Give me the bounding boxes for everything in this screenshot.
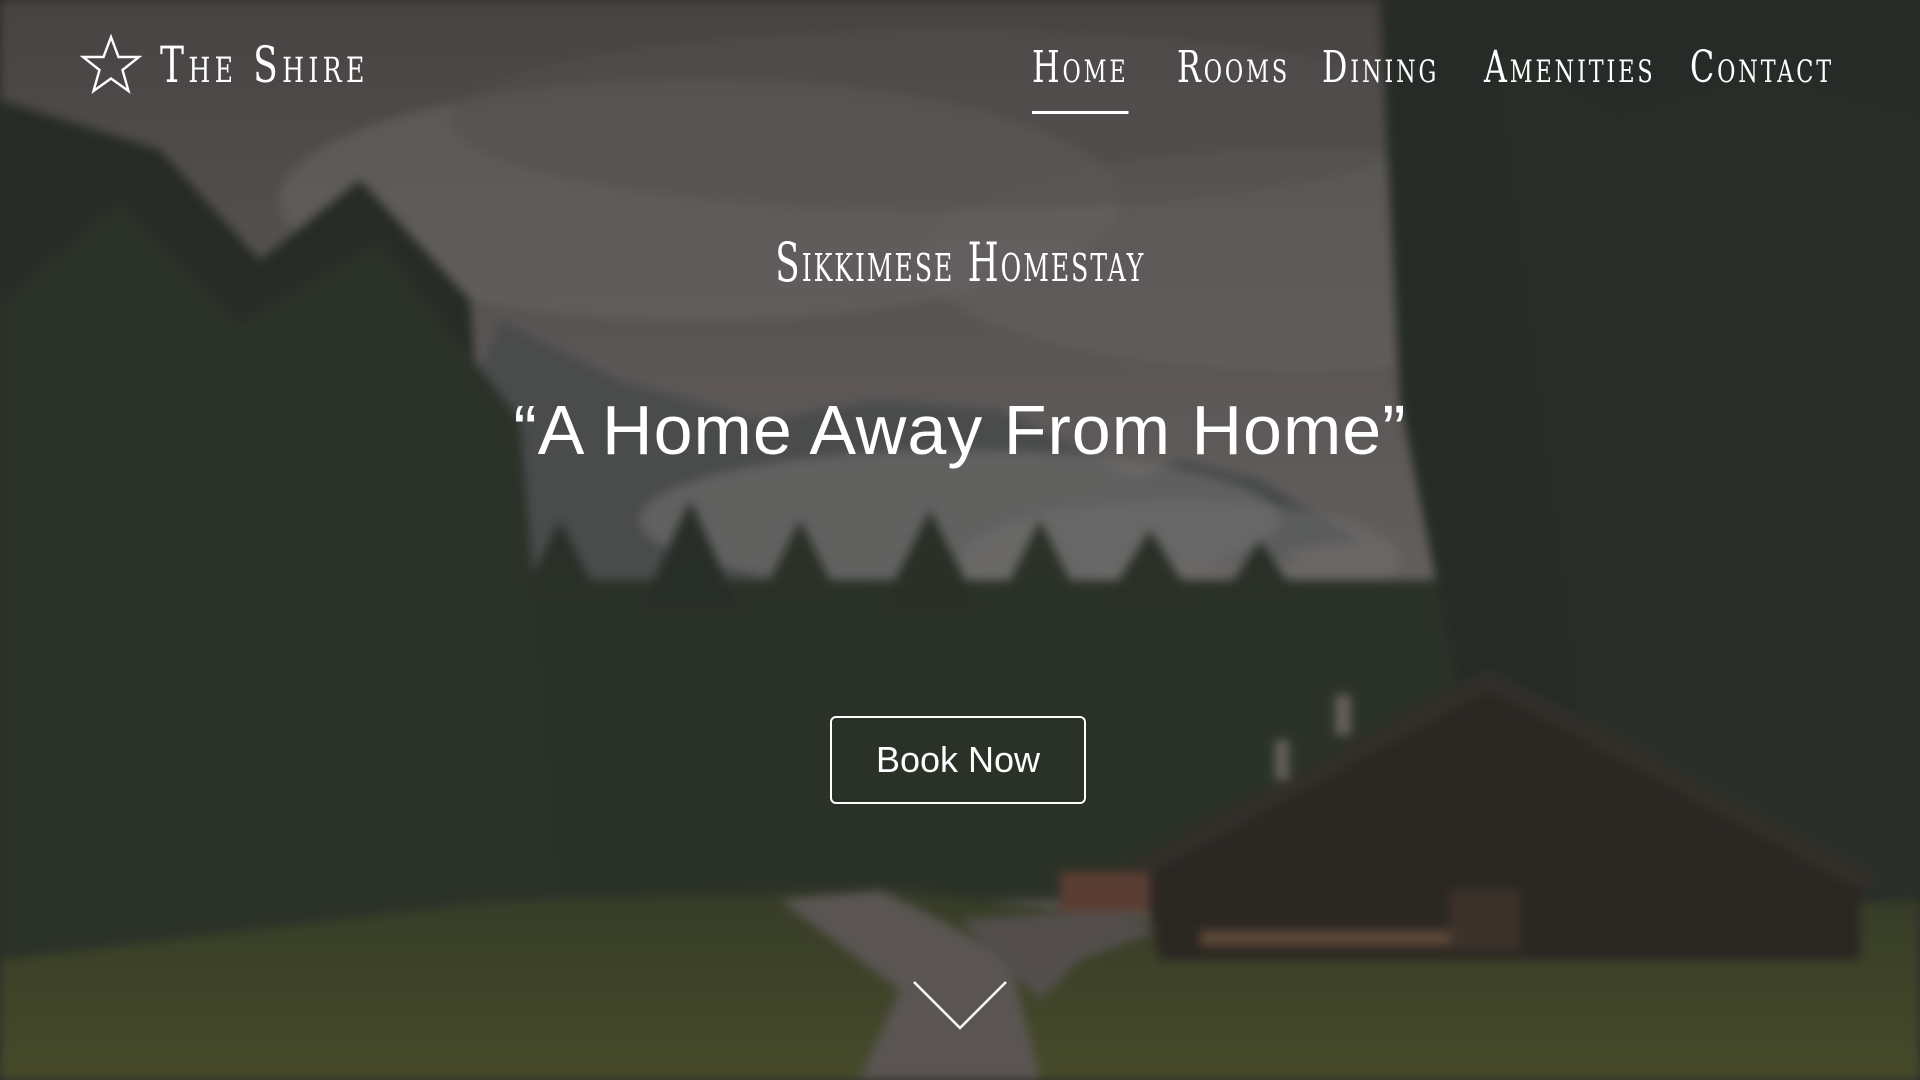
scroll-down-button[interactable] <box>912 980 1008 1032</box>
homepage: The Shire Home Rooms Dining Amenities Co… <box>0 0 1920 1080</box>
nav-item-dining[interactable]: Dining <box>1322 40 1439 110</box>
hero-subtitle: Sikkimese Homestay <box>0 228 1920 298</box>
nav-item-home[interactable]: Home <box>1032 40 1129 114</box>
chevron-down-icon <box>913 981 1007 1030</box>
main-nav: Home Rooms Dining Amenities Contact <box>1010 40 1831 120</box>
nav-item-rooms[interactable]: Rooms <box>1177 40 1290 110</box>
book-now-button[interactable]: Book Now <box>830 716 1086 804</box>
site-header: The Shire Home Rooms Dining Amenities Co… <box>0 0 1920 140</box>
background-dim-overlay <box>0 0 1920 1080</box>
site-logo[interactable]: The Shire <box>80 34 450 96</box>
nav-item-contact[interactable]: Contact <box>1690 40 1834 110</box>
hero-subtitle-text: Sikkimese Homestay <box>775 231 1145 294</box>
star-icon <box>80 34 142 96</box>
nav-item-amenities[interactable]: Amenities <box>1484 40 1656 110</box>
hero-tagline: “A Home Away From Home” <box>513 391 1407 469</box>
site-name: The Shire <box>160 36 369 94</box>
